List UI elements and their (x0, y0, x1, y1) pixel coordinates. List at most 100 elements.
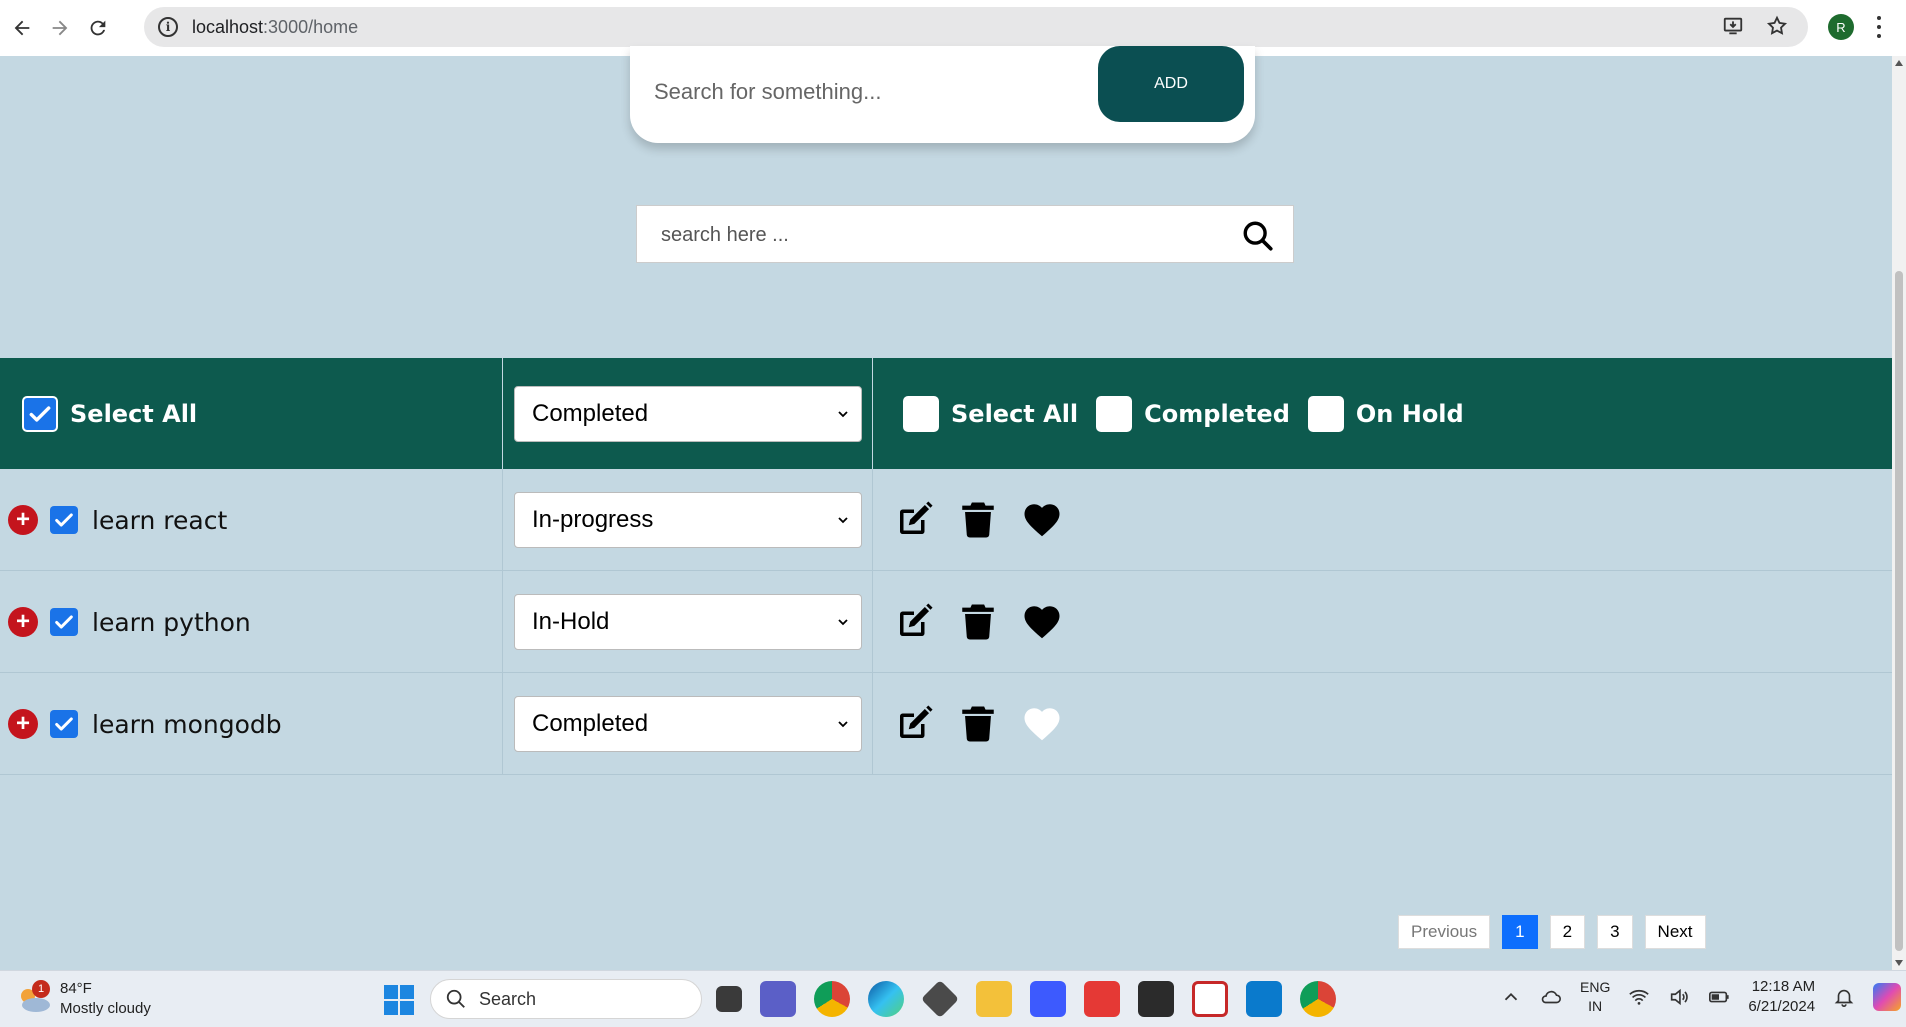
pagination: Previous 1 2 3 Next (1398, 915, 1706, 949)
file-explorer-icon[interactable] (976, 981, 1012, 1017)
os-taskbar: 1 84°F Mostly cloudy Search ENG IN 12:18… (0, 970, 1906, 1027)
site-info-icon[interactable]: i (158, 17, 178, 37)
notification-bell-icon[interactable] (1833, 986, 1855, 1008)
chevron-up-icon[interactable] (1500, 986, 1522, 1008)
profile-avatar[interactable]: R (1828, 14, 1854, 40)
expand-plus-icon[interactable]: + (8, 607, 38, 637)
weather-temp: 84°F (60, 980, 92, 997)
vscode-icon[interactable] (1246, 981, 1282, 1017)
status-cell: In-Hold (503, 571, 873, 673)
actions-cell (873, 571, 1892, 673)
status-cell: Completed (503, 673, 873, 775)
header-status-cell: Completed (503, 358, 873, 469)
filter-select-all-label: Select All (951, 399, 1079, 428)
address-bar[interactable]: i localhost:3000/home (144, 7, 1808, 47)
browser-menu-icon[interactable] (1876, 16, 1882, 38)
task-title: learn react (92, 505, 228, 535)
select-all-label: Select All (70, 399, 198, 428)
next-page-button[interactable]: Next (1644, 915, 1706, 949)
language-code: ENG (1580, 979, 1611, 995)
task-view-icon[interactable] (716, 986, 742, 1012)
expand-plus-icon[interactable]: + (8, 709, 38, 739)
search-input[interactable] (661, 218, 1201, 252)
bookmark-star-icon[interactable] (1766, 15, 1788, 37)
install-app-icon[interactable] (1722, 15, 1744, 37)
terminal-icon[interactable] (1138, 981, 1174, 1017)
checkmark-icon (55, 615, 73, 629)
chevron-down-icon (838, 517, 848, 524)
trash-icon[interactable] (957, 703, 999, 745)
snipping-tool-icon[interactable] (1192, 981, 1228, 1017)
arrow-right-icon (52, 20, 68, 36)
reload-icon (90, 20, 106, 36)
actions-cell (873, 673, 1892, 775)
trash-icon[interactable] (957, 601, 999, 643)
search-icon[interactable] (1241, 219, 1275, 253)
previous-page-button[interactable]: Previous (1398, 915, 1491, 949)
trash-icon[interactable] (957, 499, 999, 541)
copilot-icon[interactable] (1873, 983, 1902, 1011)
studio-app-icon[interactable] (1030, 981, 1066, 1017)
table-header: Select All Completed Select All Complete… (0, 358, 1892, 469)
scrollbar-thumb[interactable] (1895, 271, 1903, 951)
task-cell: + learn python (0, 571, 503, 673)
edge-icon[interactable] (868, 981, 904, 1017)
task-checkbox[interactable] (50, 710, 78, 738)
expand-plus-icon[interactable]: + (8, 505, 38, 535)
weather-desc: Mostly cloudy (60, 1000, 151, 1017)
cloud-sun-icon: 1 (16, 980, 52, 1014)
page-2-button[interactable]: 2 (1549, 915, 1586, 949)
task-cell: + learn mongodb (0, 673, 503, 775)
search-icon (446, 989, 465, 1008)
battery-icon[interactable] (1708, 986, 1730, 1008)
task-checkbox[interactable] (50, 506, 78, 534)
checkmark-icon (55, 513, 73, 527)
taskbar-search[interactable]: Search (430, 979, 702, 1019)
filter-select-all-checkbox[interactable] (903, 395, 939, 432)
edit-icon[interactable] (893, 703, 935, 745)
system-clock[interactable]: 12:18 AM 6/21/2024 (1748, 977, 1815, 1017)
bulk-status-select[interactable]: Completed (514, 385, 862, 442)
page-scrollbar[interactable] (1892, 56, 1906, 970)
filter-on-hold-checkbox[interactable] (1307, 395, 1344, 432)
chevron-down-icon (838, 619, 848, 626)
wifi-icon[interactable] (1628, 986, 1650, 1008)
page-1-button[interactable]: 1 (1502, 915, 1538, 949)
task-checkbox[interactable] (50, 608, 78, 636)
heart-outline-icon[interactable] (1021, 703, 1063, 745)
windows-start-icon[interactable] (384, 985, 414, 1015)
reload-button[interactable] (76, 6, 120, 50)
chrome-icon[interactable] (814, 981, 850, 1017)
select-all-checkbox[interactable] (22, 395, 58, 432)
language-indicator[interactable]: ENG IN (1580, 978, 1610, 1016)
edit-icon[interactable] (893, 601, 935, 643)
search-bar (636, 205, 1294, 263)
onedrive-cloud-icon[interactable] (1540, 986, 1562, 1008)
scroll-down-icon[interactable] (1895, 960, 1903, 966)
task-status-select[interactable]: In-progress (514, 492, 862, 548)
scroll-up-icon[interactable] (1895, 60, 1903, 66)
chevron-down-icon (838, 410, 848, 417)
filter-completed-checkbox[interactable] (1096, 395, 1133, 432)
table-row: + learn react In-progress (0, 469, 1892, 571)
clock-time: 12:18 AM (1751, 978, 1816, 995)
teams-icon[interactable] (760, 981, 796, 1017)
checkmark-icon (29, 405, 51, 422)
task-status-select[interactable]: Completed (514, 696, 862, 752)
add-todo-input[interactable] (654, 72, 1074, 112)
edit-icon[interactable] (893, 499, 935, 541)
heart-filled-icon[interactable] (1021, 499, 1063, 541)
add-button[interactable]: ADD (1098, 46, 1244, 122)
heart-filled-icon[interactable] (1021, 601, 1063, 643)
volume-icon[interactable] (1668, 986, 1690, 1008)
task-status-select[interactable]: In-Hold (514, 594, 862, 650)
app-hexagon-icon[interactable] (920, 979, 960, 1019)
clock-date: 6/21/2024 (1748, 998, 1816, 1015)
page-3-button[interactable]: 3 (1597, 915, 1633, 949)
git-app-icon[interactable] (1084, 981, 1120, 1017)
task-cell: + learn react (0, 469, 503, 571)
filter-completed-label: Completed (1144, 399, 1290, 428)
chrome-profile-icon[interactable] (1300, 981, 1336, 1017)
weather-widget[interactable]: 1 84°F Mostly cloudy (16, 979, 151, 1019)
checkmark-icon (55, 717, 73, 731)
